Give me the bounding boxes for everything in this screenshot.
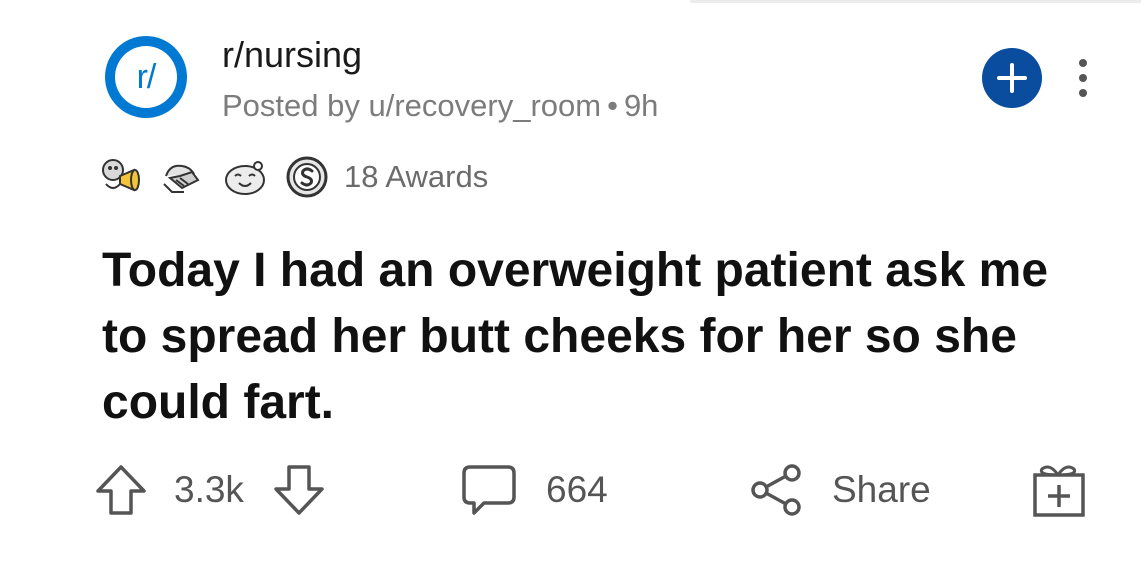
awards-count: 18 Awards — [344, 159, 489, 194]
subreddit-avatar[interactable]: r/ — [105, 36, 187, 118]
posted-by[interactable]: Posted by u/recovery_room — [222, 88, 601, 123]
post-age: 9h — [623, 88, 659, 123]
top-divider — [690, 0, 1141, 3]
arrow-down-icon[interactable] — [270, 461, 328, 519]
comment-count: 664 — [546, 469, 608, 510]
arrow-up-icon[interactable] — [92, 461, 150, 519]
share-button[interactable]: Share — [748, 450, 931, 530]
share-label: Share — [832, 469, 931, 510]
award-silver-coin-icon — [284, 154, 330, 200]
vote-group: 3.3k — [92, 450, 328, 530]
more-vertical-icon — [1078, 58, 1088, 98]
awards-row[interactable]: 18 Awards — [98, 150, 488, 204]
gift-plus-icon — [1028, 459, 1090, 521]
post-actions-bar: 3.3k 664 Share — [0, 450, 1141, 530]
share-nodes-icon — [748, 461, 806, 519]
plus-icon — [995, 61, 1029, 95]
speech-bubble-icon — [458, 459, 520, 521]
subreddit-name[interactable]: r/nursing — [222, 34, 362, 76]
award-handshake-icon — [160, 154, 206, 200]
avatar-letter: r/ — [115, 46, 177, 108]
award-wholesome-face-icon — [222, 154, 268, 200]
give-award-button[interactable] — [1028, 450, 1090, 530]
vote-score: 3.3k — [174, 469, 244, 510]
comments-button[interactable]: 664 — [458, 450, 608, 530]
join-button[interactable] — [982, 48, 1042, 108]
post-meta: Posted by u/recovery_room • 9h — [222, 88, 658, 124]
award-trumpet-icon — [98, 154, 144, 200]
more-options-button[interactable] — [1068, 56, 1098, 100]
meta-separator: • — [607, 88, 618, 123]
post-title[interactable]: Today I had an overweight patient ask me… — [102, 238, 1082, 436]
